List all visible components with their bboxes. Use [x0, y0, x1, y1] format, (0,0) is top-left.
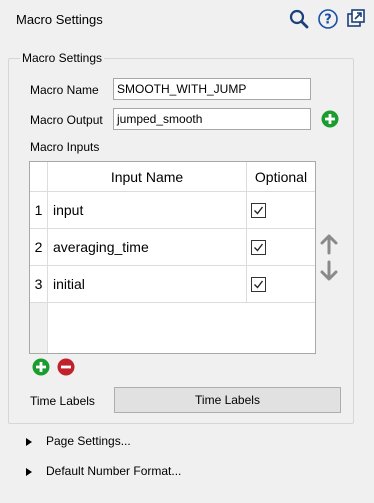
optional-cell: [247, 192, 315, 228]
help-icon[interactable]: ?: [317, 8, 339, 30]
row-number: 1: [30, 192, 48, 228]
row-number: 3: [30, 266, 48, 302]
input-name-cell[interactable]: averaging_time: [49, 229, 247, 265]
row-number: 2: [30, 229, 48, 265]
default-number-format-section[interactable]: Default Number Format...: [26, 464, 181, 478]
input-name-cell[interactable]: input: [49, 192, 247, 228]
expand-arrow-icon[interactable]: [26, 467, 32, 476]
optional-cell: [247, 229, 315, 265]
move-down-icon[interactable]: [319, 260, 339, 282]
optional-cell: [247, 266, 315, 302]
table-row[interactable]: 2 averaging_time: [30, 229, 315, 266]
macro-inputs-label: Macro Inputs: [30, 140, 100, 154]
time-labels-label: Time Labels: [30, 394, 95, 408]
page-settings-section[interactable]: Page Settings...: [26, 434, 131, 448]
optional-checkbox[interactable]: [251, 203, 266, 218]
svg-text:?: ?: [324, 13, 332, 28]
move-up-icon[interactable]: [319, 233, 339, 255]
remove-input-button[interactable]: [57, 358, 75, 376]
column-header-input-name[interactable]: Input Name: [48, 162, 247, 192]
section-label: Page Settings...: [46, 434, 131, 448]
macro-name-label: Macro Name: [30, 83, 99, 97]
optional-checkbox[interactable]: [251, 240, 266, 255]
panel-title: Macro Settings: [16, 12, 103, 27]
group-title: Macro Settings: [20, 51, 105, 65]
popout-icon[interactable]: [345, 8, 367, 30]
macro-name-field[interactable]: SMOOTH_WITH_JUMP: [113, 78, 311, 100]
time-labels-button[interactable]: Time Labels: [114, 387, 341, 413]
add-output-button[interactable]: [321, 110, 339, 128]
expand-arrow-icon[interactable]: [26, 437, 32, 446]
macro-inputs-table: Input Name Optional 1 input 2 averaging_…: [29, 161, 316, 354]
table-row[interactable]: 1 input: [30, 192, 315, 229]
macro-output-label: Macro Output: [30, 113, 103, 127]
macro-output-field[interactable]: jumped_smooth: [113, 108, 311, 130]
input-name-cell[interactable]: initial: [49, 266, 247, 302]
search-icon[interactable]: [288, 8, 310, 30]
column-header-optional[interactable]: Optional: [247, 162, 315, 192]
optional-checkbox[interactable]: [251, 277, 266, 292]
table-corner: [30, 162, 48, 192]
add-input-button[interactable]: [32, 358, 50, 376]
table-row[interactable]: 3 initial: [30, 266, 315, 303]
section-label: Default Number Format...: [46, 464, 182, 478]
